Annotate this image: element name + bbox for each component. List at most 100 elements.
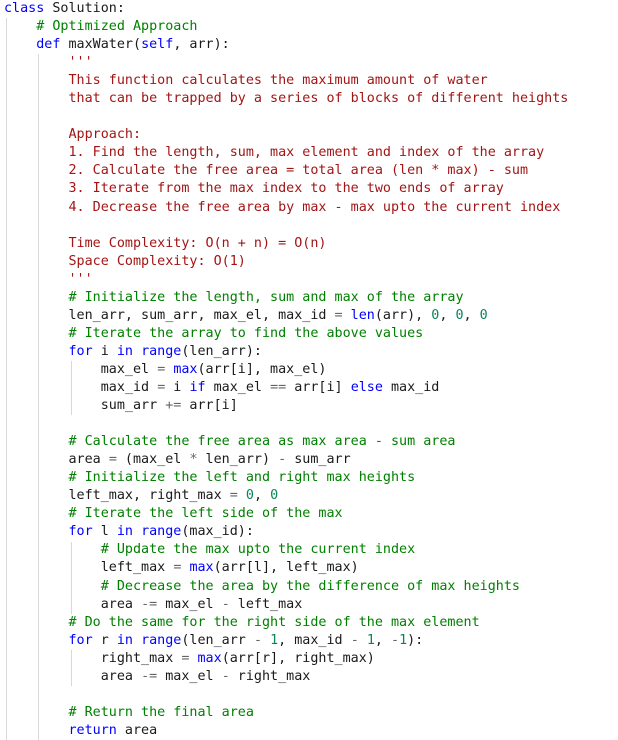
number-token: 0	[245, 488, 254, 504]
code-line: # Initialize the length, sum and max of …	[4, 289, 568, 307]
text-token: len_arr, sum_arr, max_el, max_id	[68, 307, 335, 323]
text-token: left_max	[229, 596, 303, 612]
text-token: ,	[463, 307, 480, 323]
code-line: # Decrease the area by the difference of…	[4, 578, 568, 596]
operator-token: ==	[270, 379, 287, 395]
text-token: maxWater(	[60, 37, 142, 53]
indent-guide	[38, 54, 40, 740]
comment-token: # Return the final area	[68, 704, 254, 720]
builtin-token: max	[173, 361, 198, 377]
number-token: 1	[366, 632, 375, 648]
number-token: 0	[270, 488, 279, 504]
text-token: ,	[253, 488, 271, 504]
keyword-token: in	[116, 632, 133, 648]
code-line: right_max = max(arr[r], right_max)	[4, 650, 568, 668]
keyword-token: return	[68, 722, 117, 738]
operator-token: -=	[141, 596, 158, 612]
text-token: l	[92, 524, 117, 540]
text-token: area	[68, 452, 109, 468]
code-line: 3. Iterate from the max index to the two…	[4, 180, 568, 198]
text-token: , max_id	[278, 632, 351, 648]
operator-token: +=	[165, 398, 182, 414]
operator-token: -	[391, 632, 400, 648]
text-token: (arr[r], right_max)	[221, 650, 375, 666]
docstring-token: '''	[68, 271, 93, 287]
code-line: sum_arr += arr[i]	[4, 397, 568, 415]
keyword-token: class	[4, 1, 45, 16]
text-token: area	[100, 596, 142, 612]
code-line: len_arr, sum_arr, max_el, max_id = len(a…	[4, 307, 568, 325]
keyword-token: for	[68, 524, 93, 540]
comment-token: # Calculate the free area as max area - …	[68, 434, 456, 450]
code-line: # Optimized Approach	[4, 18, 568, 36]
code-line: # Update the max upto the current index	[4, 541, 568, 559]
code-editor[interactable]: class Solution: # Optimized Approach def…	[4, 0, 568, 740]
operator-token: *	[189, 452, 198, 468]
builtin-token: range	[141, 524, 182, 540]
keyword-token: in	[116, 524, 133, 540]
code-line: return area	[4, 722, 568, 740]
text-token: max_id	[100, 379, 158, 395]
code-line: Approach:	[4, 126, 568, 144]
comment-token: # Update the max upto the current index	[100, 542, 416, 558]
text-token: max_el	[157, 596, 222, 612]
code-line: # Calculate the free area as max area - …	[4, 433, 568, 451]
comment-token: # Initialize the length, sum and max of …	[68, 289, 464, 305]
text-token: Solution:	[44, 1, 125, 16]
docstring-token: 4. Decrease the free area by max - max u…	[68, 199, 561, 215]
text-token: max_el	[100, 361, 158, 377]
code-line: Time Complexity: O(n + n) = O(n)	[4, 235, 568, 253]
code-line: area -= max_el - right_max	[4, 668, 568, 686]
text-token: (max_el	[116, 452, 190, 468]
builtin-token: range	[141, 343, 182, 359]
docstring-token: 3. Iterate from the max index to the two…	[68, 181, 504, 197]
operator-token: -=	[141, 668, 158, 684]
text-token: (max_id):	[181, 524, 254, 540]
text-token: arr[i]	[286, 379, 351, 395]
text-token: r	[92, 632, 117, 648]
indent-guide	[70, 649, 72, 686]
code-line: for i in range(len_arr):	[4, 343, 568, 361]
docstring-token: Approach:	[68, 127, 142, 143]
text-token: sum_arr	[100, 398, 166, 414]
code-line: max_el = max(arr[i], max_el)	[4, 361, 568, 379]
docstring-token: 1. Find the length, sum, max element and…	[68, 145, 545, 161]
code-line: class Solution:	[4, 0, 568, 18]
code-line: # Return the final area	[4, 704, 568, 722]
keyword-token: in	[116, 343, 133, 359]
code-line: This function calculates the maximum amo…	[4, 72, 568, 90]
text-token: (len_arr):	[181, 343, 262, 359]
code-line: left_max = max(arr[l], left_max)	[4, 559, 568, 577]
operator-token: =	[229, 488, 238, 504]
number-token: 1	[399, 632, 408, 648]
code-line: for r in range(len_arr - 1, max_id - 1, …	[4, 632, 568, 650]
self-token: self	[141, 37, 174, 53]
text-token: max_el	[157, 668, 222, 684]
